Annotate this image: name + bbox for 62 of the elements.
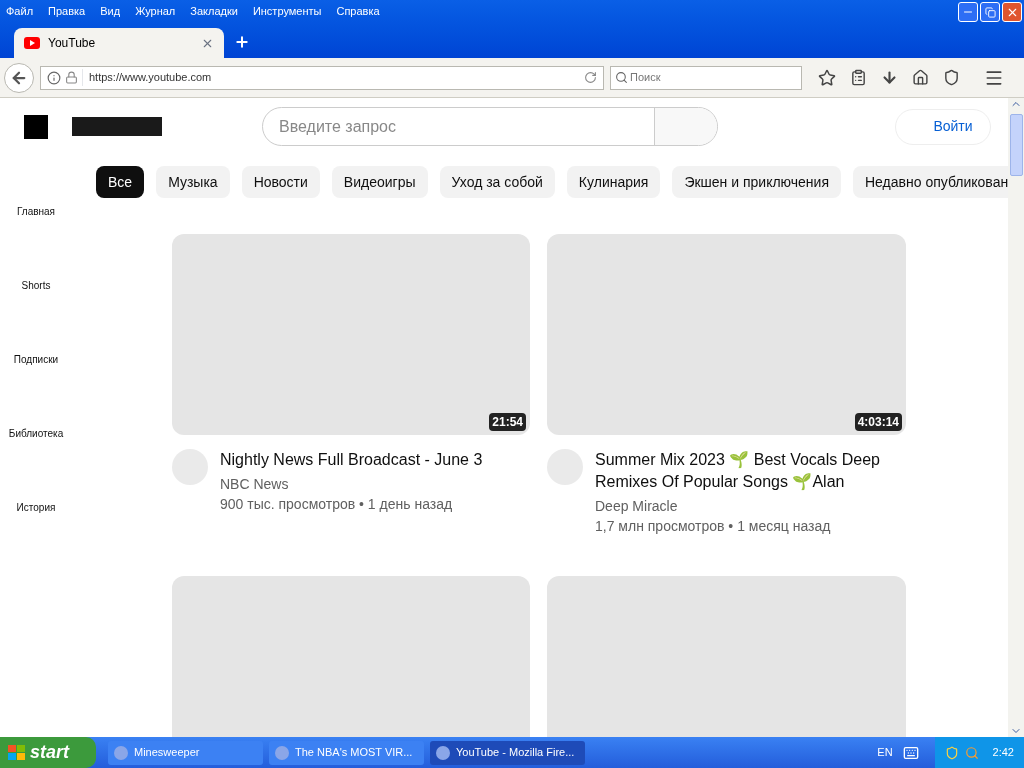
menu-item[interactable]: Инструменты: [252, 2, 322, 20]
video-title[interactable]: Summer Mix 2023 🌱 Best Vocals Deep Remixes Of Popular Songs 🌱Alan: [595, 449, 906, 493]
clipboard-icon[interactable]: [850, 69, 867, 86]
minimize-button[interactable]: [958, 2, 978, 22]
video-thumbnail-placeholder[interactable]: 4:03:14: [547, 234, 906, 435]
taskbar-item[interactable]: Minesweeper: [108, 740, 263, 765]
reload-icon[interactable]: [584, 71, 597, 84]
category-chip[interactable]: Уход за собой: [439, 166, 555, 198]
category-chip[interactable]: Кулинария: [566, 166, 661, 198]
menu-item[interactable]: Журнал: [135, 2, 176, 20]
home-icon[interactable]: [912, 69, 929, 86]
sidebar-item[interactable]: Библиотека: [8, 427, 64, 440]
clock: 2:42: [992, 745, 1014, 761]
channel-name[interactable]: Deep Miracle: [595, 496, 906, 516]
sidebar-item[interactable]: Главная: [16, 205, 56, 218]
windows-logo-icon: [8, 744, 26, 761]
menu-item[interactable]: Файл: [6, 2, 34, 20]
play-logo-icon: [24, 37, 40, 49]
start-button[interactable]: start: [0, 737, 96, 768]
taskbar-item[interactable]: The NBA's MOST VIR...: [269, 740, 424, 765]
warning-lock-icon[interactable]: [65, 71, 78, 84]
restore-icon: [984, 6, 996, 18]
menu-item[interactable]: Вид: [100, 2, 121, 20]
category-chip[interactable]: Новости: [241, 166, 320, 198]
browser-tab[interactable]: YouTube: [14, 28, 224, 58]
logo-icon[interactable]: [24, 114, 48, 139]
search-field[interactable]: Поиск: [610, 65, 802, 90]
category-chip[interactable]: Все: [96, 166, 145, 198]
category-chip[interactable]: Видеоигры: [331, 166, 428, 198]
channel-name[interactable]: NBC News: [220, 474, 483, 494]
address-field[interactable]: https://www.youtube.com: [40, 65, 604, 90]
sidebar-item[interactable]: Подписки: [13, 353, 59, 366]
shield-icon[interactable]: [943, 69, 960, 86]
scrollbar[interactable]: [1008, 98, 1024, 737]
menu-item[interactable]: Правка: [48, 2, 86, 20]
duration-label: 4:03:14: [854, 413, 902, 431]
info-icon[interactable]: [47, 70, 61, 85]
scrollbar-thumb[interactable]: [1009, 114, 1023, 176]
restore-button[interactable]: [980, 2, 1000, 22]
category-chip[interactable]: Музыка: [156, 166, 230, 198]
video-meta: 900 тыс. просмотров • 1 день назад: [220, 495, 454, 514]
duration-label: 21:54: [489, 413, 526, 431]
menu-item[interactable]: Закладки: [190, 2, 238, 20]
sidebar-item[interactable]: История: [16, 501, 56, 514]
video-title[interactable]: Nightly News Full Broadcast - June 3: [220, 449, 483, 471]
keyboard-icon[interactable]: [902, 744, 919, 761]
bookmark-star-icon[interactable]: [818, 68, 836, 87]
sidebar-item[interactable]: Shorts: [21, 279, 51, 292]
language-indicator[interactable]: EN: [877, 744, 893, 761]
video-thumbnail-placeholder[interactable]: [172, 576, 530, 737]
download-icon[interactable]: [881, 69, 898, 86]
category-chip[interactable]: Экшен и приключения: [672, 166, 841, 198]
taskbar-item[interactable]: YouTube - Mozilla Fire...: [430, 740, 585, 765]
video-meta: 1,7 млн просмотров • 1 месяц назад: [595, 517, 832, 536]
new-tab-icon[interactable]: [234, 34, 250, 50]
category-chip[interactable]: Недавно опубликован: [853, 166, 1008, 198]
search-icon: [615, 71, 628, 84]
close-button[interactable]: [1002, 2, 1022, 22]
video-thumbnail-placeholder[interactable]: [547, 576, 906, 737]
video-thumbnail-placeholder[interactable]: 21:54: [172, 234, 530, 435]
menu-item[interactable]: Справка: [336, 2, 380, 20]
back-button[interactable]: [4, 62, 34, 93]
